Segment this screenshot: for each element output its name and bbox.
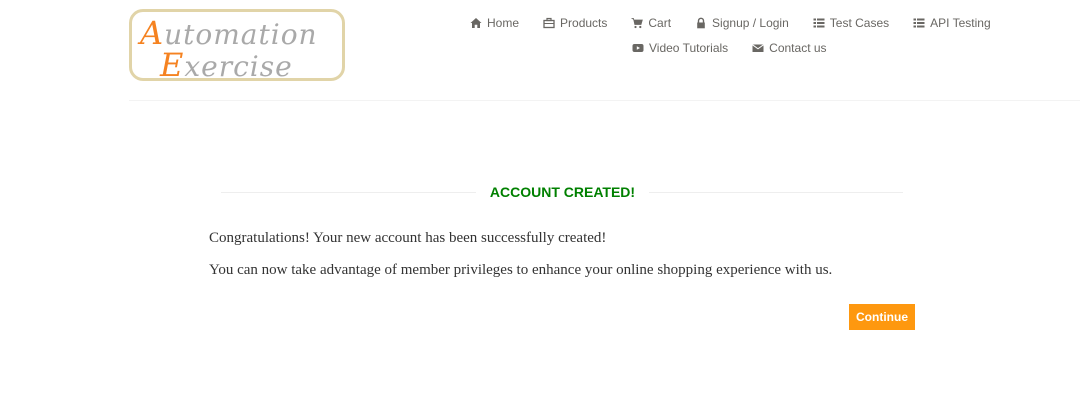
main-nav-row-2: Video Tutorials Contact us [632, 41, 851, 55]
list-icon [913, 17, 925, 29]
member-privileges-text: You can now take advantage of member pri… [209, 262, 833, 278]
nav-api-testing[interactable]: API Testing [913, 16, 991, 30]
nav-home-label: Home [487, 16, 520, 30]
cart-icon [631, 17, 644, 29]
nav-cart-label: Cart [648, 16, 672, 30]
nav-cart[interactable]: Cart [631, 16, 671, 30]
list-icon [813, 17, 825, 29]
page-title: ACCOUNT CREATED! [489, 184, 636, 200]
nav-contact-us[interactable]: Contact us [752, 41, 827, 55]
nav-home[interactable]: Home [470, 16, 519, 30]
account-created-page: Automation Exercise Home Products Cart S… [0, 0, 1080, 404]
nav-products-label: Products [560, 16, 608, 30]
continue-button[interactable]: Continue [849, 304, 915, 330]
main-nav-row-1: Home Products Cart Signup / Login Test C… [470, 16, 1015, 30]
lock-icon [695, 17, 707, 29]
nav-products[interactable]: Products [543, 16, 607, 30]
nav-api-testing-label: API Testing [930, 16, 991, 30]
site-logo[interactable]: Automation Exercise [129, 9, 345, 84]
nav-signup-login-label: Signup / Login [712, 16, 789, 30]
title-divider-right [649, 192, 903, 193]
nav-contact-us-label: Contact us [769, 41, 827, 55]
logo-line-2: Exercise [160, 46, 293, 84]
products-icon [543, 17, 555, 29]
nav-test-cases[interactable]: Test Cases [813, 16, 889, 30]
envelope-icon [752, 42, 764, 54]
home-icon [470, 17, 482, 29]
congratulations-text: Congratulations! Your new account has be… [209, 230, 607, 246]
title-divider-left [221, 192, 476, 193]
youtube-play-icon [632, 42, 644, 54]
header-divider [129, 100, 1080, 101]
nav-signup-login[interactable]: Signup / Login [695, 16, 789, 30]
nav-video-tutorials[interactable]: Video Tutorials [632, 41, 728, 55]
nav-test-cases-label: Test Cases [829, 16, 890, 30]
nav-video-tutorials-label: Video Tutorials [649, 41, 729, 55]
